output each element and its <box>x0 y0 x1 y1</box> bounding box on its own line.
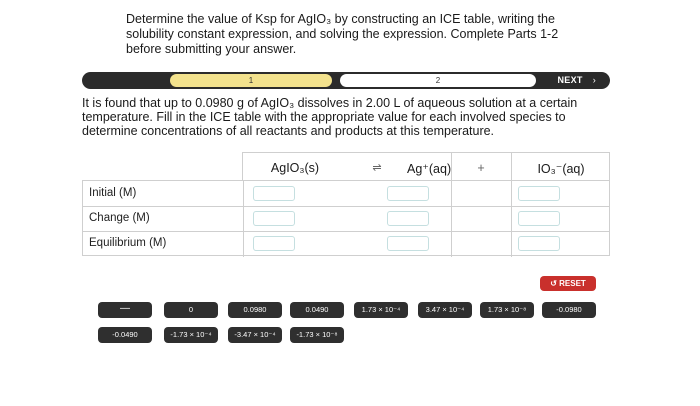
answer-tile[interactable]: 0.0980 <box>228 302 282 318</box>
next-label: NEXT <box>557 75 583 85</box>
answer-tile[interactable]: 0.0490 <box>290 302 344 318</box>
answer-tile[interactable]: -1.73 × 10⁻⁸ <box>290 327 344 343</box>
change-io3-input[interactable] <box>518 211 560 226</box>
row-label-equilibrium: Equilibrium (M) <box>89 237 167 249</box>
initial-ag-input[interactable] <box>387 186 429 201</box>
column-agio3: AgIO₃(s) <box>270 161 320 175</box>
equilibrium-io3-input[interactable] <box>518 236 560 251</box>
next-button[interactable]: NEXT › <box>557 72 596 89</box>
equilibrium-agio3-input[interactable] <box>253 236 295 251</box>
answer-tile[interactable]: -0.0490 <box>98 327 152 343</box>
ice-table: AgIO₃(s) ⇌ Ag⁺(aq) + IO₃⁻(aq) Initial (M… <box>82 152 610 257</box>
chevron-right-icon: › <box>592 75 596 85</box>
row-label-initial: Initial (M) <box>89 187 137 199</box>
change-ag-input[interactable] <box>387 211 429 226</box>
column-io3-ion: IO₃⁻(aq) <box>537 162 585 176</box>
row-label-change: Change (M) <box>89 212 150 224</box>
answer-tile[interactable]: -3.47 × 10⁻⁴ <box>228 327 282 343</box>
answer-tile[interactable]: 1.73 × 10⁻⁴ <box>354 302 408 318</box>
reset-label: RESET <box>559 279 586 288</box>
ice-table-header: AgIO₃(s) ⇌ Ag⁺(aq) + IO₃⁻(aq) <box>242 152 610 181</box>
step-2-indicator[interactable]: 2 <box>340 74 536 87</box>
question-text: Determine the value of Ksp for AgIO₃ by … <box>126 12 559 56</box>
initial-io3-input[interactable] <box>518 186 560 201</box>
reset-icon: ↺ <box>550 279 557 288</box>
answer-tile[interactable]: 1.73 × 10⁻⁸ <box>480 302 534 318</box>
answer-tile[interactable]: 0 <box>164 302 218 318</box>
change-agio3-input[interactable] <box>253 211 295 226</box>
ice-table-body: Initial (M) Change (M) Equilibrium (M) <box>82 180 610 257</box>
answer-tile[interactable]: — <box>98 302 152 318</box>
progress-bar: 1 2 NEXT › <box>82 72 610 89</box>
reset-button[interactable]: ↺ RESET <box>540 276 596 291</box>
initial-agio3-input[interactable] <box>253 186 295 201</box>
step-1-indicator[interactable]: 1 <box>170 74 332 87</box>
equilibrium-arrow-icon: ⇌ <box>372 162 382 174</box>
answer-tile[interactable]: -0.0980 <box>542 302 596 318</box>
part-1-instructions: It is found that up to 0.0980 g of AgIO₃… <box>82 96 578 138</box>
equilibrium-ag-input[interactable] <box>387 236 429 251</box>
plus-sign: + <box>477 161 485 175</box>
answer-tile[interactable]: -1.73 × 10⁻⁴ <box>164 327 218 343</box>
column-ag-ion: Ag⁺(aq) <box>407 162 452 176</box>
answer-tile[interactable]: 3.47 × 10⁻⁴ <box>418 302 472 318</box>
